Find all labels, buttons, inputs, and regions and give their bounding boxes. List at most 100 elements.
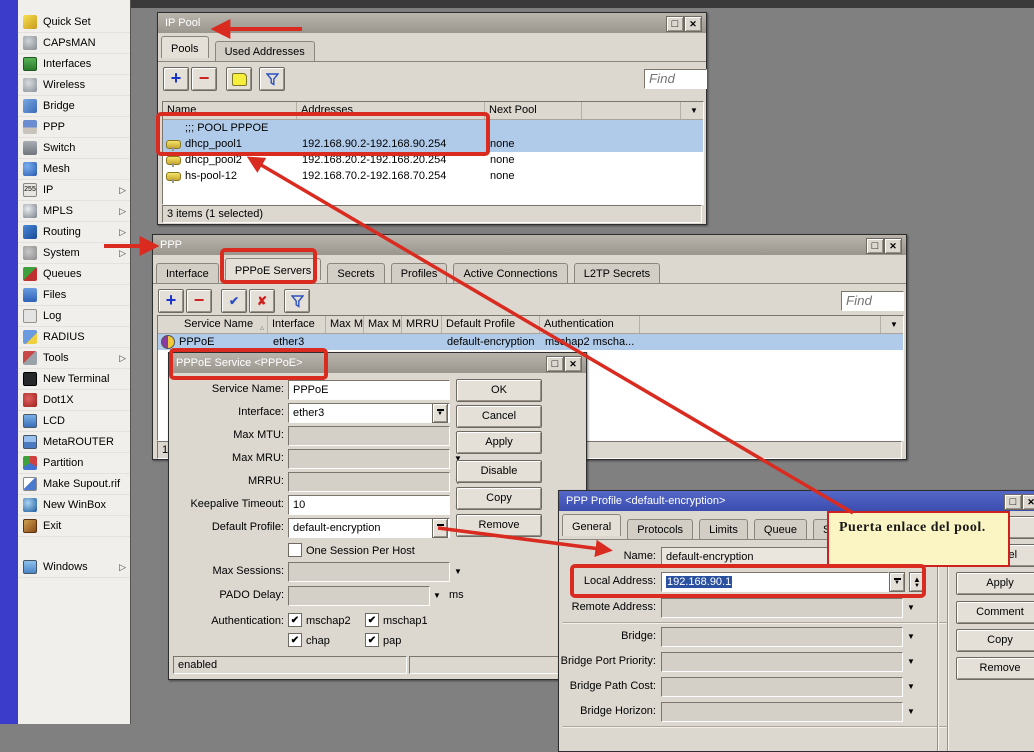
- tab-profiles[interactable]: Profiles: [391, 263, 448, 283]
- ppp-titlebar[interactable]: PPP: [153, 235, 906, 255]
- column-header-interface[interactable]: Interface: [268, 316, 326, 333]
- sidebar-item-tools[interactable]: Tools: [18, 348, 130, 369]
- filter-button[interactable]: [259, 67, 285, 91]
- interface-dropdown-button[interactable]: [432, 403, 448, 423]
- sidebar-item-windows[interactable]: Windows: [18, 557, 130, 578]
- bridge-field[interactable]: [661, 627, 903, 647]
- service-name-field[interactable]: PPPoE: [288, 380, 450, 400]
- sidebar-item-capsman[interactable]: CAPsMAN: [18, 33, 130, 54]
- sidebar-item-quick-set[interactable]: Quick Set: [18, 12, 130, 33]
- disable-button[interactable]: [249, 289, 275, 313]
- column-header-max-mtu[interactable]: Max MTU: [326, 316, 364, 333]
- mschap2-checkbox[interactable]: [288, 613, 302, 627]
- copy-button[interactable]: Copy: [956, 629, 1034, 652]
- column-header-service-name[interactable]: Service Name: [180, 316, 268, 333]
- sidebar-item-bridge[interactable]: Bridge: [18, 96, 130, 117]
- sidebar-item-wireless[interactable]: Wireless: [18, 75, 130, 96]
- interface-field[interactable]: ether3: [288, 403, 450, 423]
- column-header-next-pool[interactable]: Next Pool: [485, 102, 582, 119]
- sidebar-item-mesh[interactable]: Mesh: [18, 159, 130, 180]
- column-header-authentication[interactable]: Authentication: [540, 316, 640, 333]
- remove-button[interactable]: Remove: [456, 514, 542, 537]
- column-header-mrru[interactable]: MRRU: [402, 316, 442, 333]
- sidebar-item-dot1x[interactable]: Dot1X: [18, 390, 130, 411]
- bridge-horizon-dropdown-icon[interactable]: [907, 708, 915, 716]
- sidebar-item-queues[interactable]: Queues: [18, 264, 130, 285]
- find-input[interactable]: [644, 69, 707, 89]
- tab-pppoe-servers[interactable]: PPPoE Servers: [225, 258, 321, 280]
- pado-delay-field[interactable]: [288, 586, 430, 606]
- sidebar-item-partition[interactable]: Partition: [18, 453, 130, 474]
- table-row-dhcp-pool2[interactable]: dhcp_pool2 192.168.20.2-192.168.20.254 n…: [163, 152, 703, 168]
- sidebar-item-log[interactable]: Log: [18, 306, 130, 327]
- column-header-name[interactable]: Name: [163, 102, 297, 119]
- close-button[interactable]: [884, 238, 902, 254]
- apply-button[interactable]: Apply: [956, 572, 1034, 595]
- comment-button[interactable]: [226, 67, 252, 91]
- pado-delay-dropdown-icon[interactable]: [433, 592, 441, 600]
- max-mtu-field[interactable]: [288, 426, 450, 446]
- apply-button[interactable]: Apply: [456, 431, 542, 454]
- copy-button[interactable]: Copy: [456, 487, 542, 510]
- local-address-dropdown-button[interactable]: [889, 572, 905, 592]
- column-header-addresses[interactable]: Addresses: [297, 102, 485, 119]
- tab-general[interactable]: General: [562, 514, 621, 536]
- sidebar-item-files[interactable]: Files: [18, 285, 130, 306]
- tab-interface[interactable]: Interface: [156, 263, 219, 283]
- column-header-max-mru[interactable]: Max MRU: [364, 316, 402, 333]
- add-button[interactable]: [158, 289, 184, 313]
- sidebar-item-radius[interactable]: RADIUS: [18, 327, 130, 348]
- comment-button[interactable]: Comment: [956, 601, 1034, 624]
- remove-button[interactable]: Remove: [956, 657, 1034, 680]
- tab-queue[interactable]: Queue: [754, 519, 807, 539]
- max-sessions-dropdown-icon[interactable]: [454, 568, 462, 576]
- table-row-dhcp-pool1[interactable]: dhcp_pool1 192.168.90.2-192.168.90.254 n…: [163, 136, 703, 152]
- bridge-dropdown-icon[interactable]: [907, 633, 915, 641]
- mrru-field[interactable]: [288, 472, 450, 492]
- cancel-button[interactable]: Cancel: [456, 405, 542, 428]
- table-row-comment[interactable]: ;;; POOL PPPOE: [163, 120, 703, 136]
- bridge-path-cost-dropdown-icon[interactable]: [907, 683, 915, 691]
- ip-pool-titlebar[interactable]: IP Pool: [158, 13, 706, 33]
- local-address-field[interactable]: 192.168.90.1: [661, 572, 889, 592]
- sidebar-item-interfaces[interactable]: Interfaces: [18, 54, 130, 75]
- enable-button[interactable]: [221, 289, 247, 313]
- ppp-profile-titlebar[interactable]: PPP Profile <default-encryption>: [559, 491, 1034, 511]
- restore-button[interactable]: [1004, 494, 1022, 510]
- find-input[interactable]: [841, 291, 904, 311]
- sidebar-item-ip[interactable]: IP: [18, 180, 130, 201]
- sidebar-item-mpls[interactable]: MPLS: [18, 201, 130, 222]
- ok-button[interactable]: OK: [456, 379, 542, 402]
- tab-limits[interactable]: Limits: [699, 519, 748, 539]
- sidebar-item-metarouter[interactable]: MetaROUTER: [18, 432, 130, 453]
- filter-button[interactable]: [284, 289, 310, 313]
- remote-address-field[interactable]: [661, 598, 903, 618]
- pap-checkbox[interactable]: [365, 633, 379, 647]
- sidebar-item-lcd[interactable]: LCD: [18, 411, 130, 432]
- remote-address-dropdown-icon[interactable]: [907, 604, 915, 612]
- default-profile-dropdown-button[interactable]: [432, 518, 448, 538]
- pppoe-service-titlebar[interactable]: PPPoE Service <PPPoE>: [169, 353, 586, 373]
- close-button[interactable]: [1022, 494, 1034, 510]
- sidebar-item-switch[interactable]: Switch: [18, 138, 130, 159]
- tab-used-addresses[interactable]: Used Addresses: [215, 41, 315, 61]
- add-button[interactable]: [163, 67, 189, 91]
- tab-active-connections[interactable]: Active Connections: [453, 263, 567, 283]
- close-button[interactable]: [684, 16, 702, 32]
- bridge-horizon-field[interactable]: [661, 702, 903, 722]
- mschap1-checkbox[interactable]: [365, 613, 379, 627]
- bridge-port-priority-dropdown-icon[interactable]: [907, 658, 915, 666]
- chap-checkbox[interactable]: [288, 633, 302, 647]
- max-sessions-field[interactable]: [288, 562, 450, 582]
- sidebar-item-new-winbox[interactable]: New WinBox: [18, 495, 130, 516]
- sidebar-item-make-supout[interactable]: Make Supout.rif: [18, 474, 130, 495]
- bridge-path-cost-field[interactable]: [661, 677, 903, 697]
- restore-button[interactable]: [666, 16, 684, 32]
- tab-secrets[interactable]: Secrets: [327, 263, 384, 283]
- restore-button[interactable]: [866, 238, 884, 254]
- sidebar-item-routing[interactable]: Routing: [18, 222, 130, 243]
- sidebar-item-new-terminal[interactable]: New Terminal: [18, 369, 130, 390]
- table-row-hs-pool-12[interactable]: hs-pool-12 192.168.70.2-192.168.70.254 n…: [163, 168, 703, 184]
- sidebar-item-ppp[interactable]: PPP: [18, 117, 130, 138]
- keepalive-timeout-field[interactable]: 10: [288, 495, 450, 515]
